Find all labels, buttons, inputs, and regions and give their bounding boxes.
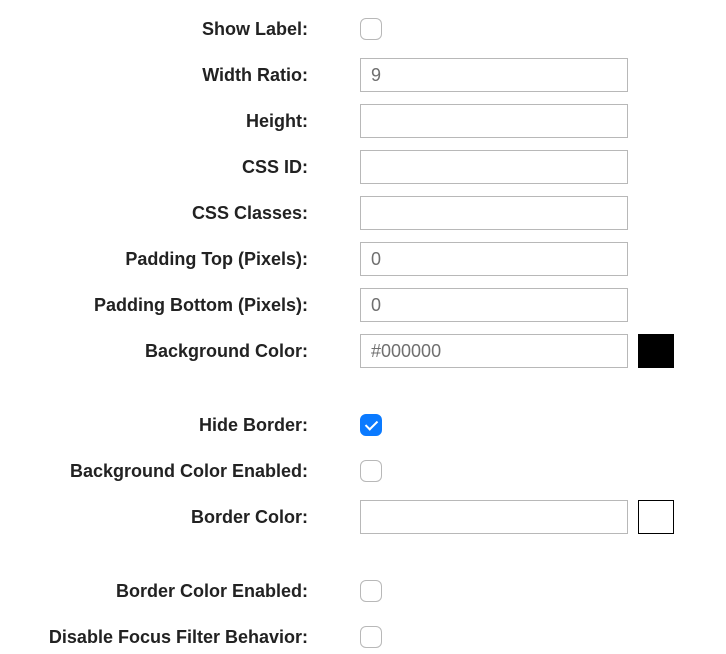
input-css-id[interactable]	[360, 150, 628, 184]
control-width-ratio	[360, 58, 628, 92]
control-border-color-enabled	[360, 580, 382, 602]
row-padding-top: Padding Top (Pixels):	[20, 242, 706, 276]
control-padding-bottom	[360, 288, 628, 322]
label-height: Height:	[20, 111, 360, 132]
row-background-color-enabled: Background Color Enabled:	[20, 454, 706, 488]
row-background-color: Background Color:	[20, 334, 706, 368]
input-css-classes[interactable]	[360, 196, 628, 230]
checkbox-hide-border[interactable]	[360, 414, 382, 436]
label-padding-top: Padding Top (Pixels):	[20, 249, 360, 270]
input-height[interactable]	[360, 104, 628, 138]
label-css-id: CSS ID:	[20, 157, 360, 178]
control-css-id	[360, 150, 628, 184]
input-padding-bottom[interactable]	[360, 288, 628, 322]
label-border-color: Border Color:	[20, 507, 360, 528]
row-border-color-enabled: Border Color Enabled:	[20, 574, 706, 608]
input-border-color[interactable]	[360, 500, 628, 534]
swatch-border-color[interactable]	[638, 500, 674, 534]
checkbox-disable-focus-filter[interactable]	[360, 626, 382, 648]
input-background-color[interactable]	[360, 334, 628, 368]
label-background-color-enabled: Background Color Enabled:	[20, 461, 360, 482]
row-height: Height:	[20, 104, 706, 138]
row-show-label: Show Label:	[20, 12, 706, 46]
label-border-color-enabled: Border Color Enabled:	[20, 581, 360, 602]
row-css-id: CSS ID:	[20, 150, 706, 184]
row-width-ratio: Width Ratio:	[20, 58, 706, 92]
label-padding-bottom: Padding Bottom (Pixels):	[20, 295, 360, 316]
checkbox-border-color-enabled[interactable]	[360, 580, 382, 602]
row-css-classes: CSS Classes:	[20, 196, 706, 230]
control-disable-focus-filter	[360, 626, 382, 648]
label-css-classes: CSS Classes:	[20, 203, 360, 224]
control-height	[360, 104, 628, 138]
row-disable-focus-filter: Disable Focus Filter Behavior:	[20, 620, 706, 654]
control-background-color	[360, 334, 674, 368]
row-padding-bottom: Padding Bottom (Pixels):	[20, 288, 706, 322]
label-width-ratio: Width Ratio:	[20, 65, 360, 86]
label-background-color: Background Color:	[20, 341, 360, 362]
label-show-label: Show Label:	[20, 19, 360, 40]
swatch-background-color[interactable]	[638, 334, 674, 368]
control-background-color-enabled	[360, 460, 382, 482]
checkbox-show-label[interactable]	[360, 18, 382, 40]
checkbox-background-color-enabled[interactable]	[360, 460, 382, 482]
label-hide-border: Hide Border:	[20, 415, 360, 436]
row-border-color: Border Color:	[20, 500, 706, 534]
control-css-classes	[360, 196, 628, 230]
control-show-label	[360, 18, 382, 40]
control-padding-top	[360, 242, 628, 276]
row-hide-border: Hide Border:	[20, 408, 706, 442]
control-border-color	[360, 500, 674, 534]
label-disable-focus-filter: Disable Focus Filter Behavior:	[20, 627, 360, 648]
input-width-ratio[interactable]	[360, 58, 628, 92]
control-hide-border	[360, 414, 382, 436]
input-padding-top[interactable]	[360, 242, 628, 276]
